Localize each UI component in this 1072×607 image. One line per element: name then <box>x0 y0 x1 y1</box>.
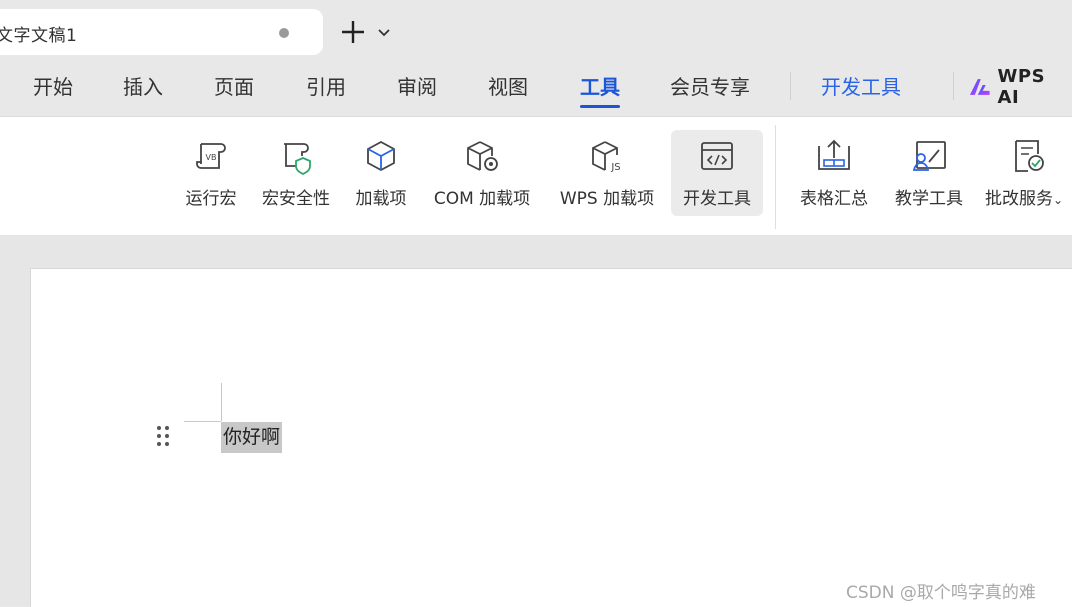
grading-service-label: 批改服务⌄ <box>982 184 1072 209</box>
addin-icon <box>367 140 395 172</box>
svg-text:JS: JS <box>610 162 620 173</box>
developer-tools-icon <box>701 142 733 170</box>
grading-service-text: 批改服务 <box>985 189 1053 209</box>
com-addin-label: COM 加载项 <box>433 189 531 209</box>
new-tab-plus-icon[interactable] <box>339 18 367 46</box>
margin-corner-guide <box>184 421 221 422</box>
com-addin-icon <box>467 141 498 171</box>
run-macro-label: 运行宏 <box>185 189 237 209</box>
menu-member[interactable]: 会员专享 <box>670 74 750 100</box>
run-macro-icon: VB <box>196 143 226 169</box>
teaching-tools-button[interactable]: 教学工具 <box>887 130 971 216</box>
grading-service-button[interactable]: 批改服务⌄ <box>982 130 1072 216</box>
table-summary-button[interactable]: 表格汇总 <box>792 130 876 216</box>
menu-view[interactable]: 视图 <box>488 74 528 100</box>
document-page[interactable] <box>30 268 1072 607</box>
watermark-text: CSDN @取个鸣字真的难 <box>846 583 1036 603</box>
selected-paragraph-text[interactable]: 你好啊 <box>221 422 283 453</box>
table-summary-icon <box>818 139 850 170</box>
table-summary-label: 表格汇总 <box>800 189 868 209</box>
wps-ai-logo-icon <box>969 79 990 95</box>
macro-security-button[interactable]: 宏安全性 <box>255 130 337 216</box>
developer-tools-button[interactable]: 开发工具 <box>671 130 763 216</box>
run-macro-button[interactable]: VB 运行宏 <box>180 130 242 216</box>
menu-references[interactable]: 引用 <box>306 74 346 100</box>
wps-addin-label: WPS 加载项 <box>559 189 655 209</box>
macro-security-label: 宏安全性 <box>262 189 330 209</box>
menu-page[interactable]: 页面 <box>214 74 254 100</box>
wps-ai-label: WPS AI <box>997 66 1046 108</box>
chevron-down-icon[interactable] <box>376 24 392 40</box>
wps-addin-icon: JS <box>592 141 621 173</box>
macro-security-icon <box>284 143 311 176</box>
document-tab[interactable]: 文字文稿1 <box>0 9 323 55</box>
grading-service-icon <box>1015 140 1044 172</box>
margin-corner-guide <box>221 383 222 421</box>
wps-ai-button[interactable]: WPS AI <box>968 66 1072 108</box>
paragraph-drag-handle-icon[interactable] <box>156 425 172 449</box>
menu-insert[interactable]: 插入 <box>123 74 163 100</box>
teaching-tools-icon <box>912 141 946 171</box>
menu-divider <box>790 72 791 100</box>
document-tab-title: 文字文稿1 <box>0 26 78 46</box>
tab-bar: 文字文稿1 <box>0 0 1072 62</box>
addin-label: 加载项 <box>355 189 407 209</box>
menu-review[interactable]: 审阅 <box>397 74 437 100</box>
com-addin-button[interactable]: COM 加载项 <box>425 130 539 216</box>
menu-tools[interactable]: 工具 <box>580 74 620 108</box>
chevron-down-icon[interactable]: ⌄ <box>1053 193 1063 207</box>
svg-text:VB: VB <box>206 153 217 162</box>
menu-divider <box>953 72 954 100</box>
ribbon-divider <box>775 125 776 229</box>
menu-home[interactable]: 开始 <box>33 74 73 100</box>
unsaved-dot-icon <box>279 28 289 38</box>
addin-button[interactable]: 加载项 <box>350 130 412 216</box>
teaching-tools-label: 教学工具 <box>895 189 963 209</box>
wps-addin-button[interactable]: JS WPS 加载项 <box>552 130 662 216</box>
developer-tools-label: 开发工具 <box>683 189 751 209</box>
menu-developer-tools[interactable]: 开发工具 <box>821 74 901 100</box>
